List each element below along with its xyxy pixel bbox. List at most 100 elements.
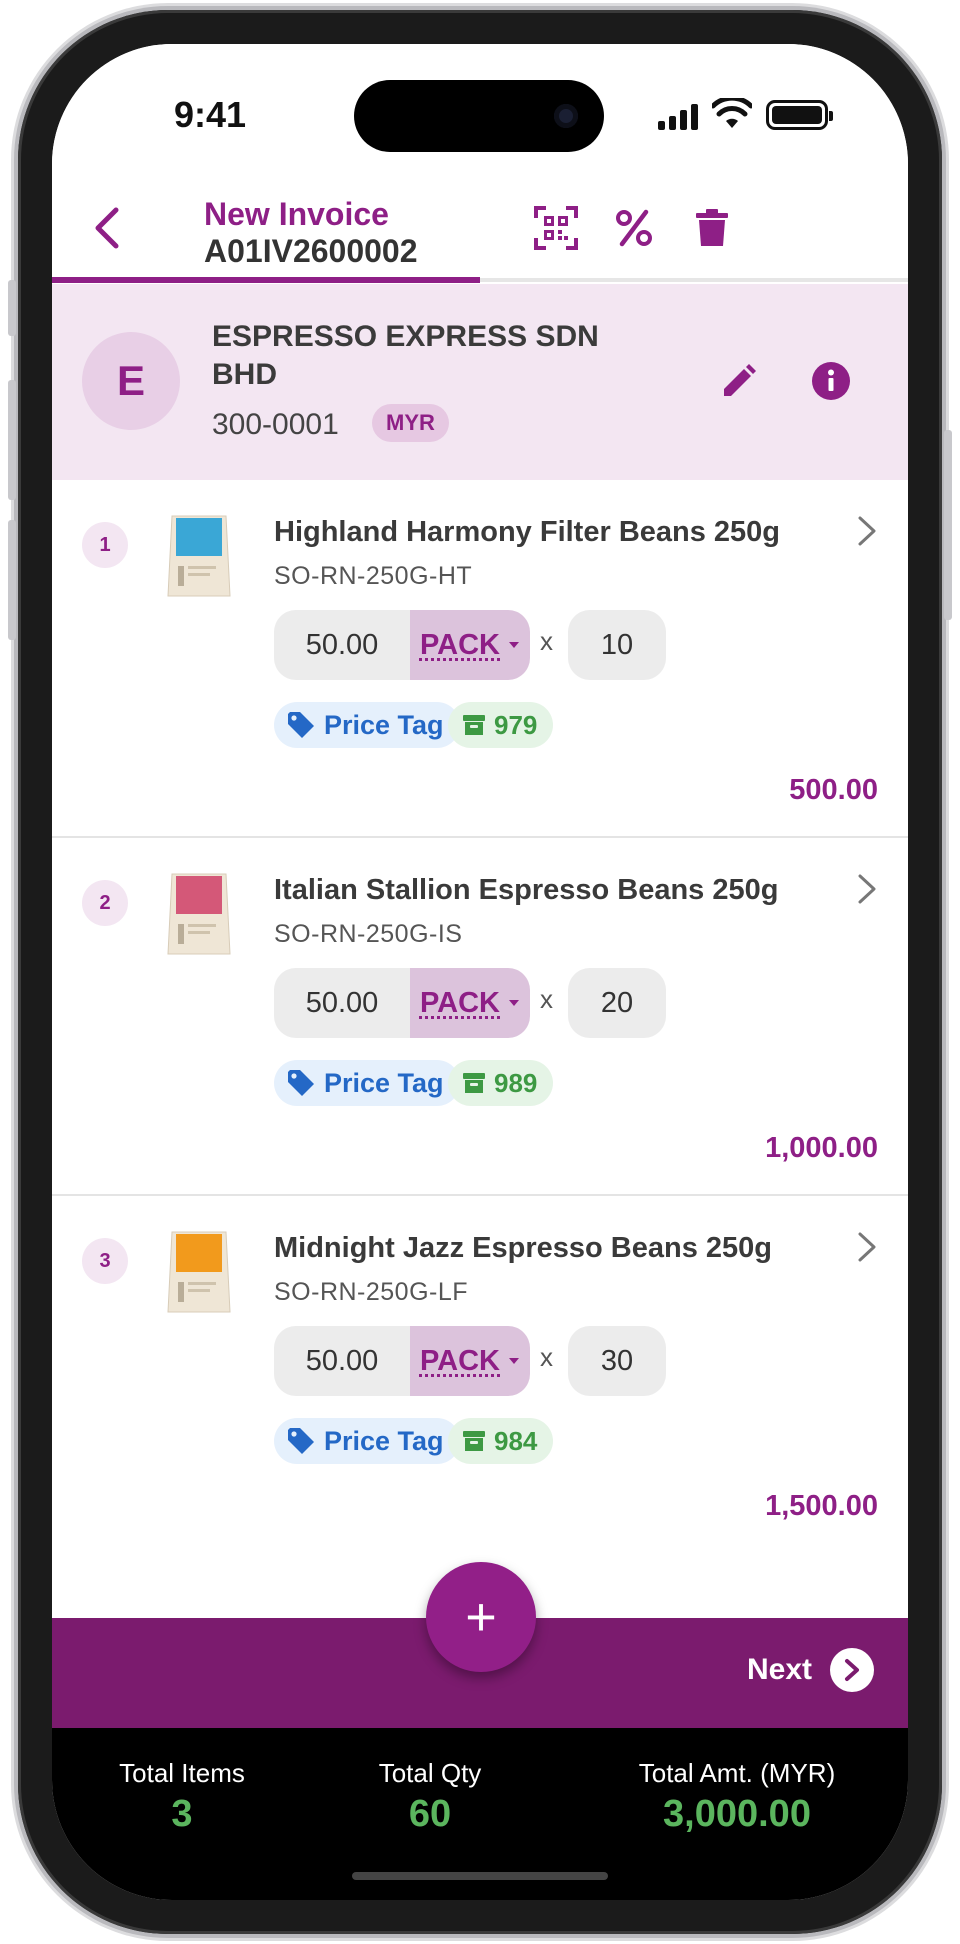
chevron-right-icon[interactable] [852, 1230, 882, 1264]
stock-quantity: 979 [494, 709, 538, 740]
uom-label: PACK [419, 1344, 501, 1377]
product-name: Highland Harmony Filter Beans 250g [274, 516, 781, 548]
camera-icon [554, 104, 578, 128]
uom-dropdown[interactable]: PACK [410, 1326, 530, 1396]
info-icon [812, 362, 850, 400]
uom-dropdown[interactable]: PACK [410, 610, 530, 680]
delete-button[interactable] [686, 202, 738, 254]
chevron-right-icon[interactable] [852, 872, 882, 906]
total-items-label: Total Items [119, 1758, 245, 1788]
price-uom-group: 50.00 PACK [274, 968, 530, 1038]
price-tag-chip[interactable]: Price Tag [274, 1418, 460, 1464]
wifi-icon [712, 98, 752, 128]
price-tag-chip[interactable]: Price Tag [274, 702, 460, 748]
status-time: 9:41 [174, 94, 247, 135]
multiply-sign: x [540, 1342, 553, 1372]
currency-badge: MYR [372, 404, 449, 442]
price-tag-label: Price Tag [324, 1067, 444, 1098]
inventory-box-icon [463, 715, 485, 735]
item-index: 1 [82, 522, 128, 568]
next-label: Next [746, 1653, 812, 1686]
total-amount-value: 3,000.00 [663, 1793, 811, 1835]
stock-chip: 979 [448, 702, 554, 748]
stock-chip: 984 [448, 1418, 554, 1464]
back-button[interactable] [82, 200, 132, 256]
uom-label: PACK [419, 986, 501, 1019]
plus-icon: + [465, 1587, 497, 1647]
customer-card[interactable]: E ESPRESSO EXPRESS SDN BHD 300-0001 MYR [52, 284, 908, 480]
quantity-input[interactable]: 20 [568, 968, 666, 1038]
quantity-input[interactable]: 10 [568, 610, 666, 680]
product-sku: SO-RN-250G-HT [274, 562, 473, 590]
price-uom-group: 50.00 PACK [274, 1326, 530, 1396]
product-thumbnail [167, 1231, 231, 1313]
status-bar: 9:41 [52, 44, 908, 174]
dynamic-island [354, 80, 604, 152]
step-progress-fill [52, 277, 480, 283]
unit-price-input[interactable]: 50.00 [274, 1326, 410, 1396]
price-tag-label: Price Tag [324, 709, 444, 740]
stock-quantity: 984 [494, 1425, 538, 1456]
tag-icon [288, 1070, 314, 1096]
chevron-right-icon[interactable] [852, 514, 882, 548]
total-qty-block: Total Qty 60 [350, 1758, 510, 1836]
total-items-block: Total Items 3 [112, 1758, 252, 1836]
document-number: A01IV2600002 [204, 233, 418, 269]
volume-up-button [8, 380, 16, 500]
trash-icon [696, 209, 728, 246]
volume-down-button [8, 520, 16, 640]
price-tag-label: Price Tag [324, 1425, 444, 1456]
unit-price-input[interactable]: 50.00 [274, 968, 410, 1038]
uom-label: PACK [419, 628, 501, 661]
percent-icon [616, 209, 652, 247]
product-thumbnail [167, 515, 231, 597]
line-item[interactable]: 1 Highland Harmony Filter Beans 250g SO-RN… [52, 480, 908, 838]
price-tag-chip[interactable]: Price Tag [274, 1060, 460, 1106]
quantity-input[interactable]: 30 [568, 1326, 666, 1396]
edit-customer-button[interactable] [712, 354, 766, 408]
caret-down-icon [509, 642, 520, 648]
product-name: Midnight Jazz Espresso Beans 250g [274, 1232, 772, 1264]
price-uom-group: 50.00 PACK [274, 610, 530, 680]
qr-scan-icon [534, 206, 578, 250]
multiply-sign: x [540, 984, 553, 1014]
stock-quantity: 989 [494, 1067, 538, 1098]
total-qty-value: 60 [408, 1793, 452, 1835]
page-title: New Invoice [204, 196, 389, 232]
total-items-value: 3 [171, 1793, 193, 1835]
item-index: 2 [82, 880, 128, 926]
next-button[interactable]: Next [747, 1648, 874, 1692]
app-header: New Invoice A01IV2600002 [52, 174, 908, 280]
product-thumbnail [167, 873, 231, 955]
customer-avatar: E [82, 332, 180, 430]
power-button [944, 430, 952, 620]
total-amount-label: Total Amt. (MYR) [638, 1758, 836, 1788]
product-sku: SO-RN-250G-LF [274, 1278, 469, 1306]
totals-summary: Total Items 3 Total Qty 60 Total Amt. (M… [52, 1728, 908, 1900]
tag-icon [288, 1428, 314, 1454]
line-item[interactable]: 3 Midnight Jazz Espresso Beans 250g SO-RN-… [52, 1196, 908, 1554]
unit-price-input[interactable]: 50.00 [274, 610, 410, 680]
line-item[interactable]: 2 Italian Stallion Espresso Beans 250g SO-… [52, 838, 908, 1196]
home-indicator [352, 1872, 608, 1880]
scan-button[interactable] [530, 202, 582, 254]
discount-button[interactable] [608, 202, 660, 254]
total-amount-block: Total Amt. (MYR) 3,000.00 [612, 1758, 862, 1836]
line-total: 1,000.00 [765, 1132, 878, 1164]
customer-info-button[interactable] [804, 354, 858, 408]
phone-frame: 9:41 New Invoice A01IV2600002 E ESPRESSO… [8, 10, 952, 1934]
uom-dropdown[interactable]: PACK [410, 968, 530, 1038]
inventory-box-icon [463, 1431, 485, 1451]
pencil-icon [724, 364, 756, 396]
total-qty-label: Total Qty [378, 1758, 482, 1788]
stock-chip: 989 [448, 1060, 554, 1106]
product-name: Italian Stallion Espresso Beans 250g [274, 874, 779, 906]
line-total: 1,500.00 [765, 1490, 878, 1522]
mute-switch [8, 280, 16, 336]
product-sku: SO-RN-250G-IS [274, 920, 463, 948]
signal-icon [658, 104, 698, 130]
add-item-button[interactable]: + [426, 1562, 536, 1672]
screen: 9:41 New Invoice A01IV2600002 E ESPRESSO… [52, 44, 908, 1900]
caret-down-icon [509, 1358, 520, 1364]
step-progress-track [52, 277, 908, 283]
